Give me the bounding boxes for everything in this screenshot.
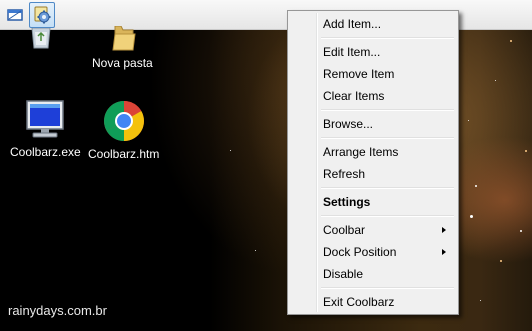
menu-item-dock-position[interactable]: Dock Position: [290, 241, 456, 263]
desktop-icon-label: Coolbarz.exe: [10, 145, 81, 159]
menu-item-refresh[interactable]: Refresh: [290, 163, 456, 185]
star: [468, 120, 469, 121]
star: [500, 260, 502, 262]
desktop-icon-label: Nova pasta: [92, 56, 153, 70]
desktop-icon-coolbarz-exe[interactable]: Coolbarz.exe: [10, 99, 81, 159]
menu-item-coolbar[interactable]: Coolbar: [290, 219, 456, 241]
watermark-text: rainydays.com.br: [8, 303, 107, 318]
menu-item-label: Coolbar: [323, 223, 366, 237]
star: [255, 250, 256, 251]
star: [475, 185, 477, 187]
desktop-icon-coolbarz-htm[interactable]: Coolbarz.htm: [88, 99, 159, 161]
menu-item-label: Browse...: [323, 117, 374, 131]
menu-item-label: Settings: [323, 195, 371, 209]
star: [230, 150, 231, 151]
submenu-arrow-icon: [442, 227, 446, 233]
menu-item-label: Refresh: [323, 167, 366, 181]
desktop-icon-recycle-bin[interactable]: [24, 28, 58, 54]
menu-item-label: Dock Position: [323, 245, 397, 259]
menu-item-label: Edit Item...: [323, 45, 381, 59]
window-icon: [7, 8, 23, 21]
desktop-icon-label: Coolbarz.htm: [88, 147, 160, 161]
menu-item-edit-item[interactable]: Edit Item...: [290, 41, 456, 63]
recycle-bin-icon: [31, 28, 51, 49]
star: [510, 40, 512, 42]
coolbar-context-menu: Add Item... Edit Item... Remove Item Cle…: [287, 10, 459, 315]
star: [470, 215, 473, 218]
menu-item-clear-items[interactable]: Clear Items: [290, 85, 456, 107]
menu-item-label: Disable: [323, 267, 364, 281]
menu-item-arrange-items[interactable]: Arrange Items: [290, 141, 456, 163]
submenu-arrow-icon: [442, 249, 446, 255]
star: [520, 230, 522, 232]
desktop-icon-nova-pasta[interactable]: Nova pasta: [92, 26, 153, 70]
coolbar-button-window[interactable]: [2, 2, 28, 28]
menu-item-exit-coolbarz[interactable]: Exit Coolbarz: [290, 291, 456, 313]
menu-item-disable[interactable]: Disable: [290, 263, 456, 285]
menu-item-label: Add Item...: [323, 17, 382, 31]
menu-item-settings[interactable]: Settings: [290, 191, 456, 213]
monitor-app-icon: [26, 100, 65, 138]
settings-gear-icon: [34, 6, 51, 23]
folder-icon: [112, 26, 136, 51]
menu-item-label: Remove Item: [323, 67, 395, 81]
menu-item-add-item[interactable]: Add Item...: [290, 13, 456, 35]
menu-item-remove-item[interactable]: Remove Item: [290, 63, 456, 85]
chrome-icon: [103, 101, 144, 141]
menu-item-label: Arrange Items: [323, 145, 399, 159]
menu-item-label: Clear Items: [323, 89, 385, 103]
star: [495, 80, 496, 81]
menu-item-label: Exit Coolbarz: [323, 295, 395, 309]
menu-item-browse[interactable]: Browse...: [290, 113, 456, 135]
coolbar-button-settings[interactable]: [29, 1, 55, 28]
star: [480, 300, 481, 301]
star: [525, 150, 527, 152]
